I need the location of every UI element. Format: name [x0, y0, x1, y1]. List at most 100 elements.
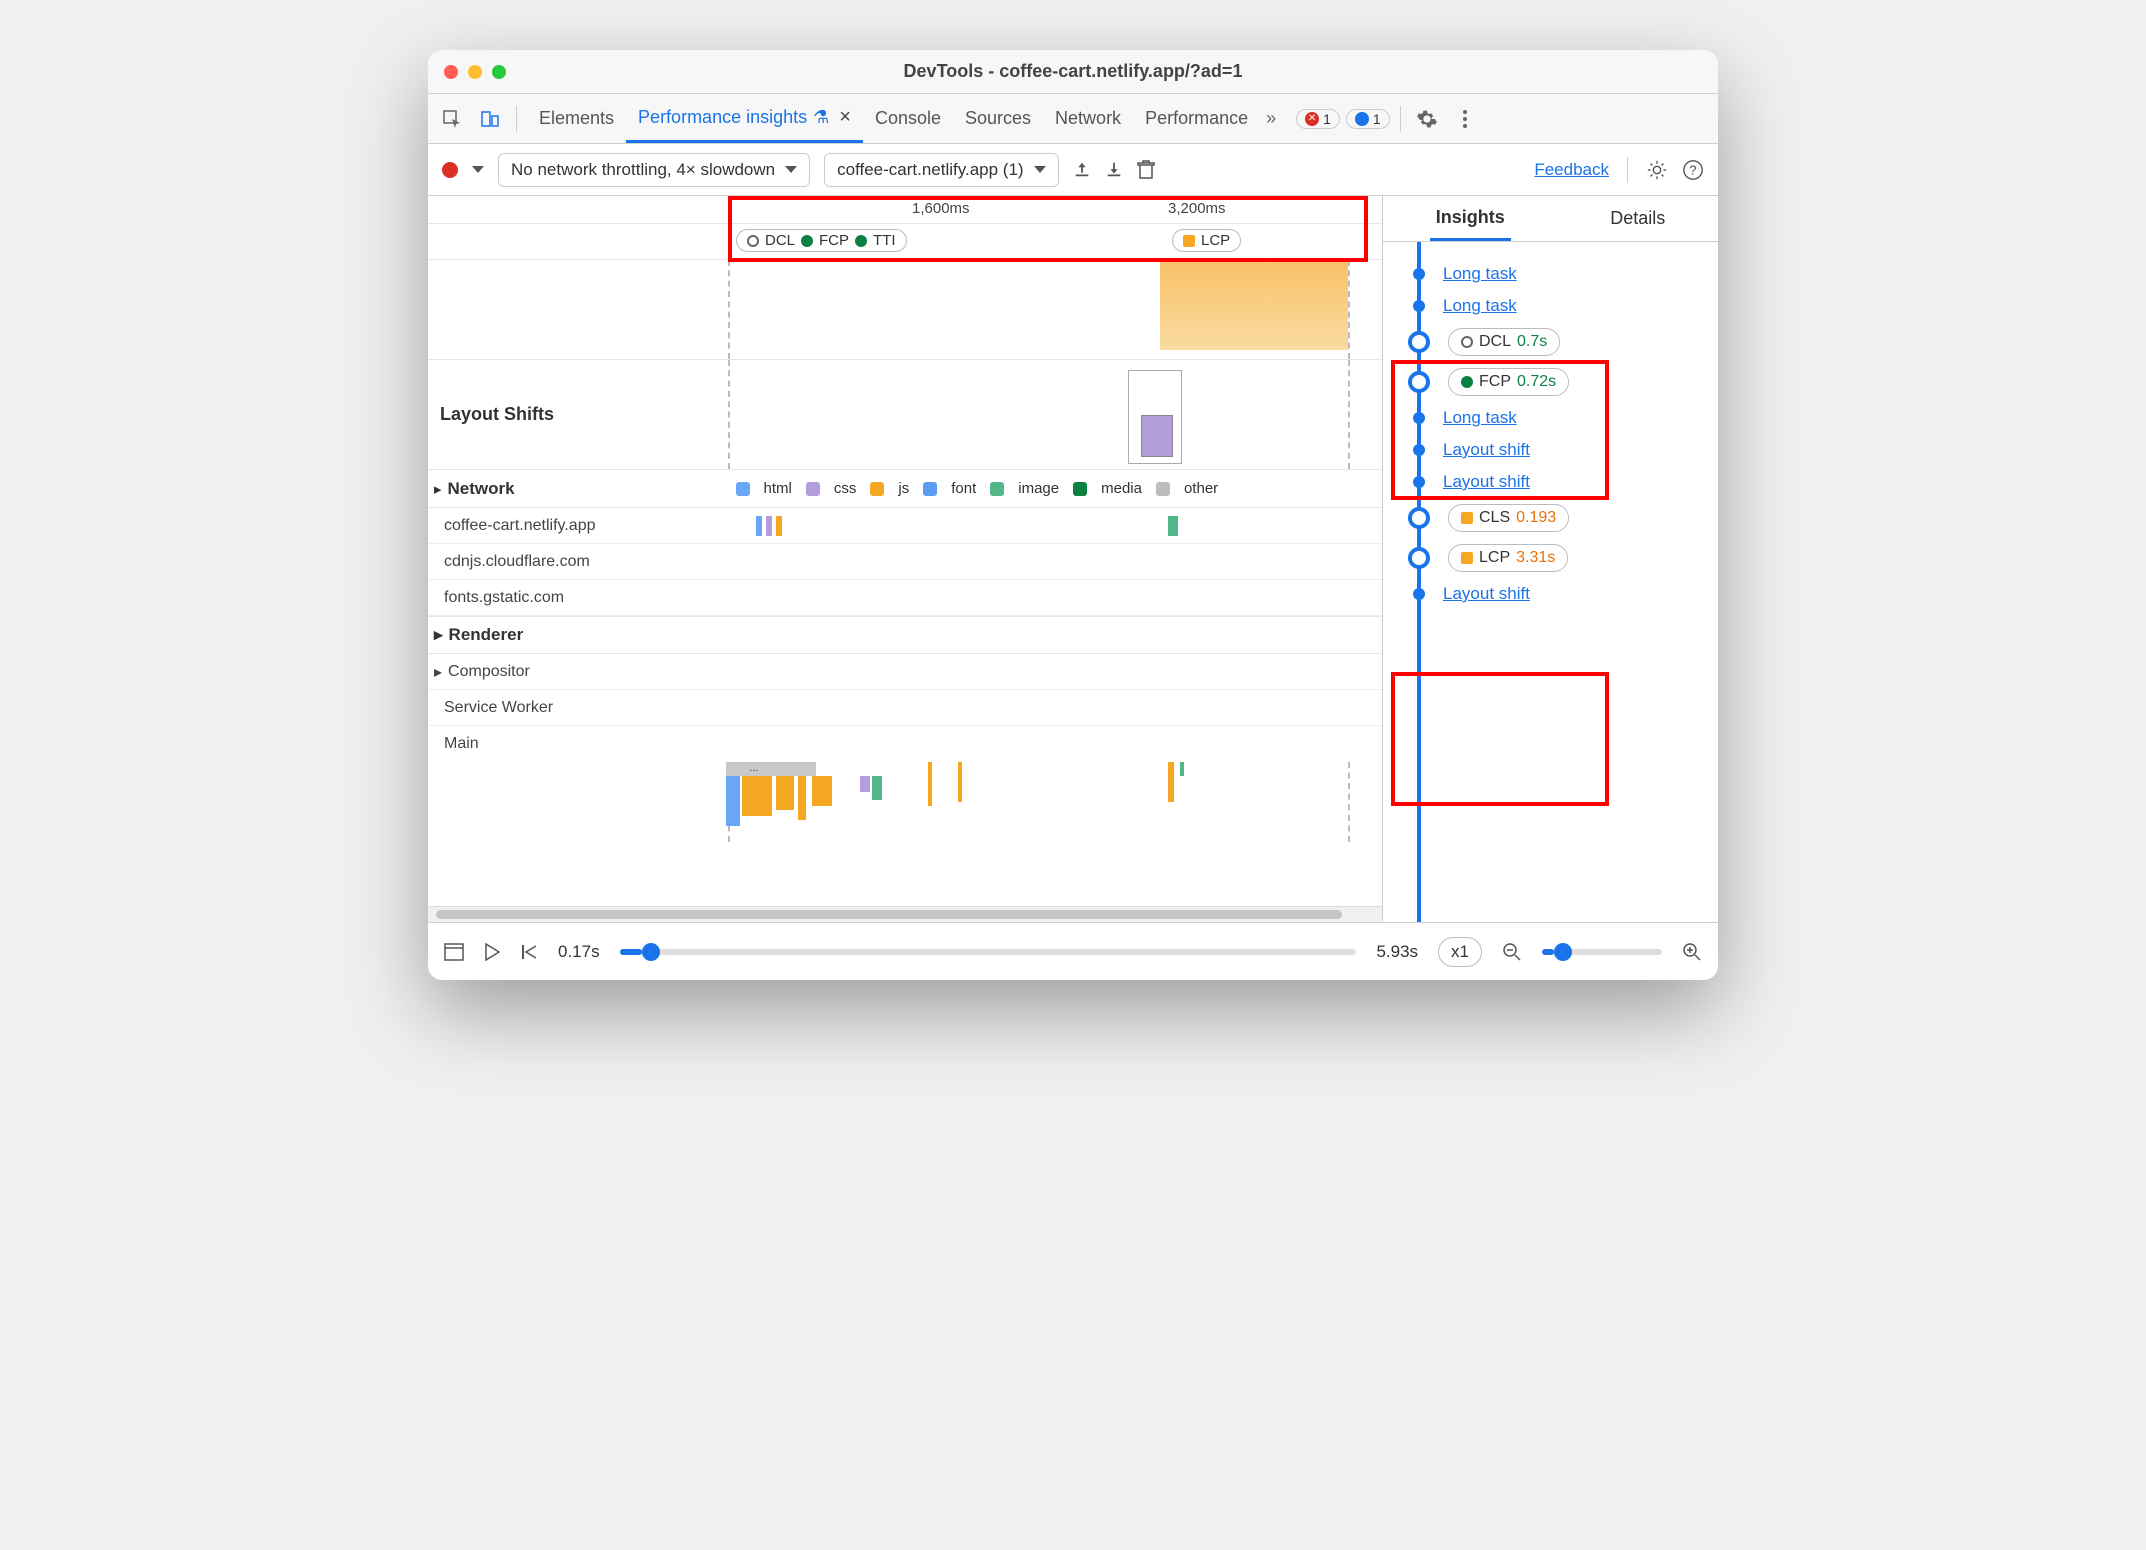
zoom-slider[interactable] [1542, 949, 1662, 955]
legend-swatch [990, 482, 1004, 496]
insight-item[interactable]: Long task [1403, 264, 1718, 284]
download-icon[interactable] [1105, 161, 1123, 179]
dot-icon [1413, 444, 1425, 456]
layout-shift-thumbnail[interactable] [1128, 370, 1182, 464]
dot-icon [1413, 300, 1425, 312]
tab-network[interactable]: Network [1043, 94, 1133, 143]
network-label[interactable]: Network [448, 479, 722, 499]
legend-swatch [1156, 482, 1170, 496]
legend-swatch [870, 482, 884, 496]
insight-item[interactable]: Long task [1403, 296, 1718, 316]
renderer-label[interactable]: ▸Renderer [428, 616, 1382, 654]
tabbar: ElementsPerformance insights⚗×ConsoleSou… [428, 94, 1718, 144]
main-flame[interactable]: ... [428, 762, 1382, 842]
error-badge[interactable]: ✕1 [1296, 109, 1340, 129]
insights-tab-details[interactable]: Details [1604, 198, 1671, 239]
timeline-panel: 1,600ms3,200ms DCLFCPTTILCP Layout Shift… [428, 196, 1383, 922]
insights-tab-insights[interactable]: Insights [1430, 197, 1511, 241]
filmstrip [428, 260, 1382, 360]
highlight-box [1391, 672, 1609, 806]
zoom-out-icon[interactable] [1502, 942, 1522, 962]
titlebar: DevTools - coffee-cart.netlify.app/?ad=1 [428, 50, 1718, 94]
minimize-icon[interactable] [468, 65, 482, 79]
network-host-row[interactable]: fonts.gstatic.com [428, 580, 1382, 616]
dot-icon [1413, 476, 1425, 488]
gear-icon[interactable] [1411, 103, 1443, 135]
metric-pill-cls[interactable]: CLS0.193 [1448, 504, 1569, 532]
rewind-icon[interactable] [520, 943, 538, 961]
metric-pill-lcp[interactable]: LCP3.31s [1448, 544, 1568, 572]
svg-text:?: ? [1689, 162, 1696, 177]
insight-link[interactable]: Long task [1443, 408, 1517, 428]
legend-swatch [1073, 482, 1087, 496]
expand-icon[interactable]: ▸ [434, 480, 442, 498]
network-host-row[interactable]: cdnjs.cloudflare.com [428, 544, 1382, 580]
time-start: 0.17s [558, 942, 600, 962]
console-icon[interactable] [444, 943, 464, 961]
insight-link[interactable]: Long task [1443, 264, 1517, 284]
throttle-select[interactable]: No network throttling, 4× slowdown [498, 153, 810, 187]
tab-performance[interactable]: Performance [1133, 94, 1260, 143]
upload-icon[interactable] [1073, 161, 1091, 179]
insight-item[interactable]: Long task [1403, 408, 1718, 428]
insight-item[interactable]: Layout shift [1403, 472, 1718, 492]
renderer-row[interactable]: Main [428, 726, 1382, 762]
record-menu-icon[interactable] [472, 166, 484, 173]
insight-item[interactable]: DCL0.7s [1403, 328, 1718, 356]
legend-label: js [898, 480, 909, 497]
perf-toolbar: No network throttling, 4× slowdown coffe… [428, 144, 1718, 196]
renderer-row[interactable]: ▸Compositor [428, 654, 1382, 690]
play-icon[interactable] [484, 943, 500, 961]
kebab-icon[interactable] [1449, 103, 1481, 135]
ring-icon [1408, 547, 1430, 569]
legend-swatch [736, 482, 750, 496]
time-slider[interactable] [620, 949, 1357, 955]
layout-shifts-row: Layout Shifts [428, 360, 1382, 470]
tab-sources[interactable]: Sources [953, 94, 1043, 143]
speed-chip[interactable]: x1 [1438, 937, 1482, 967]
tab-elements[interactable]: Elements [527, 94, 626, 143]
close-icon[interactable] [444, 65, 458, 79]
settings-gear-icon[interactable] [1646, 159, 1668, 181]
horizontal-scrollbar[interactable] [428, 906, 1382, 922]
insight-item[interactable]: Layout shift [1403, 584, 1718, 604]
metric-pill-fcp[interactable]: FCP0.72s [1448, 368, 1569, 396]
more-tabs-icon[interactable]: » [1266, 108, 1276, 129]
network-host-row[interactable]: coffee-cart.netlify.app [428, 508, 1382, 544]
metric-pill-dcl[interactable]: DCL0.7s [1448, 328, 1560, 356]
tab-performance-insights[interactable]: Performance insights⚗× [626, 94, 863, 143]
record-button[interactable] [442, 162, 458, 178]
playbar: 0.17s 5.93s x1 [428, 922, 1718, 980]
insight-item[interactable]: LCP3.31s [1403, 544, 1718, 572]
dot-icon [1413, 588, 1425, 600]
window-title: DevTools - coffee-cart.netlify.app/?ad=1 [564, 61, 1582, 82]
insight-link[interactable]: Long task [1443, 296, 1517, 316]
insight-link[interactable]: Layout shift [1443, 584, 1530, 604]
legend-label: font [951, 480, 976, 497]
info-badge[interactable]: 1 [1346, 109, 1390, 129]
insight-item[interactable]: CLS0.193 [1403, 504, 1718, 532]
legend-swatch [923, 482, 937, 496]
insight-item[interactable]: FCP0.72s [1403, 368, 1718, 396]
insight-item[interactable]: Layout shift [1403, 440, 1718, 460]
zoom-icon[interactable] [492, 65, 506, 79]
help-icon[interactable]: ? [1682, 159, 1704, 181]
zoom-in-icon[interactable] [1682, 942, 1702, 962]
insight-link[interactable]: Layout shift [1443, 472, 1530, 492]
feedback-link[interactable]: Feedback [1534, 160, 1609, 180]
metric-pill[interactable]: LCP [1172, 229, 1241, 252]
legend-label: html [764, 480, 792, 497]
close-tab-icon[interactable]: × [839, 106, 851, 129]
traffic-lights [444, 65, 564, 79]
recording-select[interactable]: coffee-cart.netlify.app (1) [824, 153, 1058, 187]
insight-link[interactable]: Layout shift [1443, 440, 1530, 460]
ring-icon [1408, 507, 1430, 529]
renderer-row[interactable]: Service Worker [428, 690, 1382, 726]
ring-icon [1408, 331, 1430, 353]
device-icon[interactable] [474, 103, 506, 135]
tab-console[interactable]: Console [863, 94, 953, 143]
trash-icon[interactable] [1137, 160, 1155, 180]
metric-pill[interactable]: DCLFCPTTI [736, 229, 907, 252]
inspect-icon[interactable] [436, 103, 468, 135]
time-tick: 3,200ms [1168, 200, 1226, 217]
